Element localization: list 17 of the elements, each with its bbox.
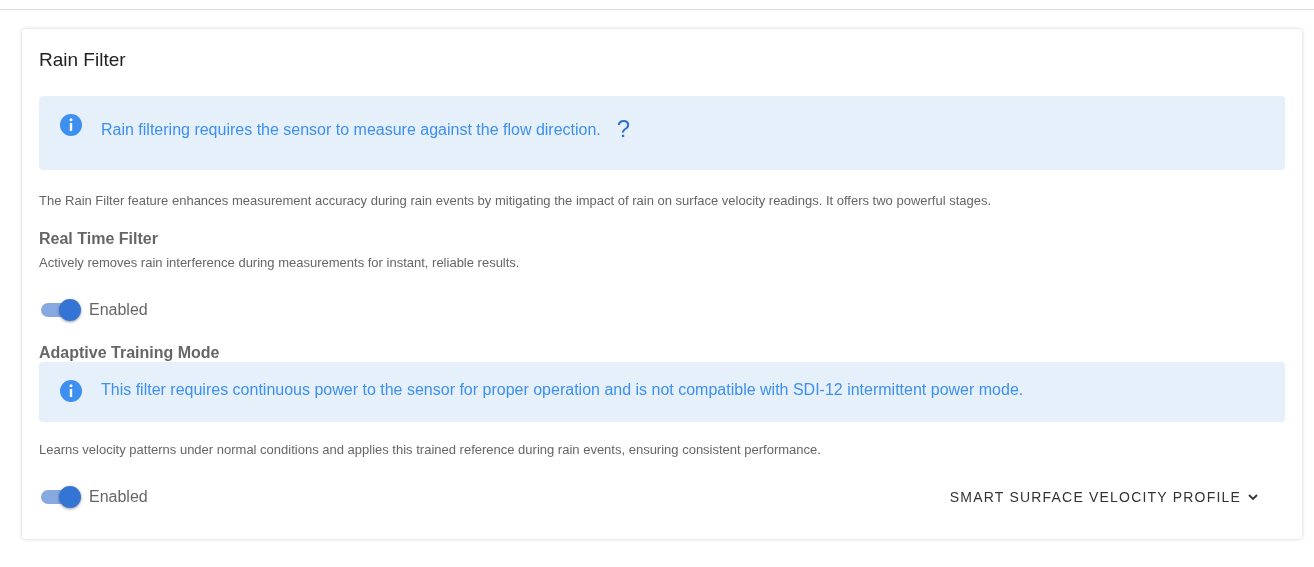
- info-icon: [59, 113, 83, 137]
- alert-text: Rain filtering requires the sensor to measure against the flow direction.: [101, 121, 601, 139]
- profile-button[interactable]: SMART SURFACE VELOCITY PROFILE: [945, 483, 1263, 511]
- description: The Rain Filter feature enhances measurement accuracy during rain events by mitigating the impact of rain on surface velocity readings. It offers two powerful stages.: [39, 193, 993, 208]
- toggle-switch[interactable]: [39, 485, 83, 509]
- description: Actively removes rain interference during measurements for instant, reliable results.: [39, 255, 521, 270]
- alert-text: This filter requires continuous power to the sensor for proper operation and is not compatible with SDI-12 intermittent power mode.: [101, 381, 1024, 399]
- section-title: Real Time Filter: [39, 230, 159, 248]
- chevron-icon: [1247, 491, 1259, 503]
- toggle-label: Enabled: [89, 301, 148, 319]
- help-link[interactable]: ?: [616, 115, 631, 143]
- toggle-label: Enabled: [89, 488, 148, 506]
- toggle-switch[interactable]: [39, 298, 83, 322]
- description: Learns velocity patterns under normal conditions and applies this trained reference during rain events, ensuring consistent performance.: [39, 442, 822, 457]
- info-icon: [59, 379, 83, 403]
- card-title: Rain Filter: [39, 49, 127, 71]
- section-title: Adaptive Training Mode: [39, 344, 221, 362]
